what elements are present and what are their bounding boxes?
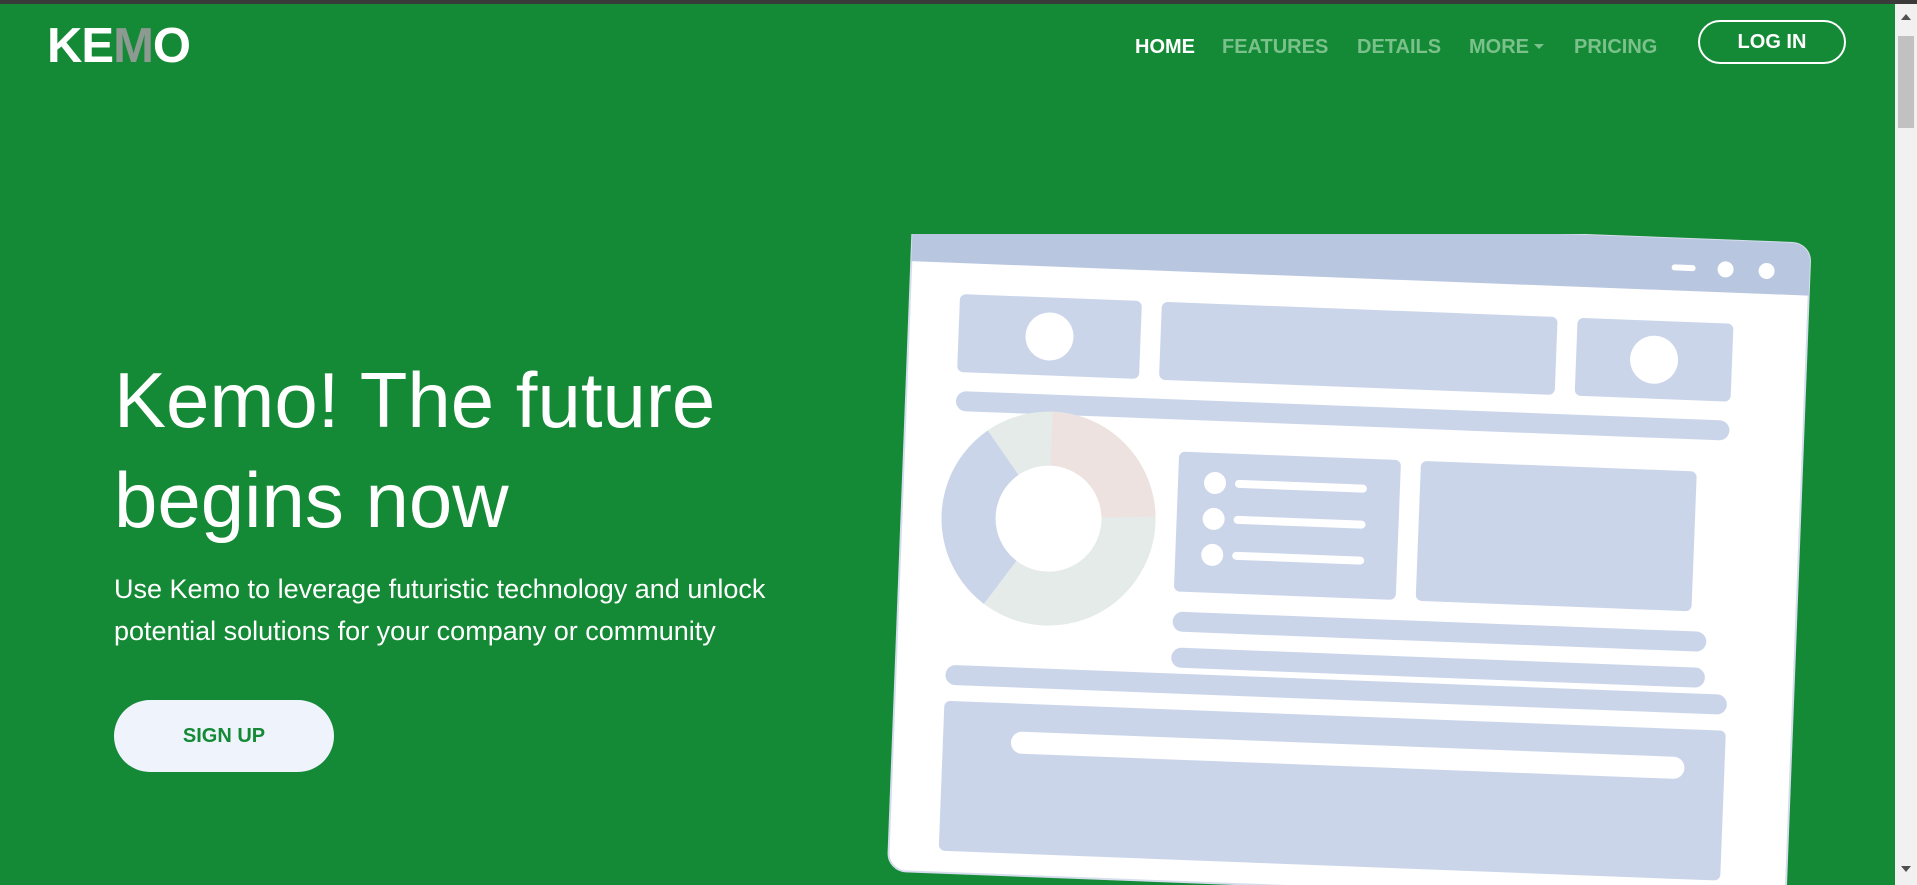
hero-subtext-line1: Use Kemo to leverage futuristic technolo… [114, 574, 766, 604]
nav-more-label: MORE [1469, 36, 1529, 58]
nav-pricing[interactable]: PRICING [1574, 34, 1657, 60]
logo-text-ke: KE [47, 19, 114, 73]
signup-button[interactable]: SIGN UP [114, 700, 334, 772]
nav-more[interactable]: MORE [1469, 34, 1544, 60]
scroll-down-arrow-icon[interactable] [1901, 866, 1911, 872]
logo[interactable]: KEMO [47, 18, 191, 74]
hero-headline-line2: begins now [114, 456, 509, 544]
nav-features[interactable]: FEATURES [1222, 34, 1328, 60]
logo-text-o: O [152, 19, 191, 73]
vertical-scrollbar[interactable] [1895, 4, 1917, 885]
hero-subtext: Use Kemo to leverage futuristic technolo… [114, 568, 814, 652]
scroll-up-arrow-icon[interactable] [1901, 14, 1911, 20]
logo-text-m: M [113, 19, 154, 73]
nav-details[interactable]: DETAILS [1357, 34, 1441, 60]
caret-down-icon [1534, 44, 1544, 49]
illustration-window [887, 234, 1811, 885]
scroll-thumb[interactable] [1898, 36, 1914, 128]
illustration-minimize-icon [1671, 264, 1696, 272]
login-button[interactable]: LOG IN [1698, 20, 1846, 64]
hero-subtext-line2: potential solutions for your company or … [114, 616, 716, 646]
illustration-bottom-panel [938, 700, 1726, 881]
hero-headline: Kemo! The future begins now [114, 350, 814, 550]
dashboard-window-illustration [887, 234, 1811, 885]
illustration-card-center [1159, 302, 1558, 395]
hero-headline-line1: Kemo! The future [114, 356, 716, 444]
hero-section: KEMO HOME FEATURES DETAILS MORE PRICING … [0, 4, 1895, 885]
illustration-block-right [1415, 461, 1697, 612]
nav-home[interactable]: HOME [1135, 34, 1195, 60]
